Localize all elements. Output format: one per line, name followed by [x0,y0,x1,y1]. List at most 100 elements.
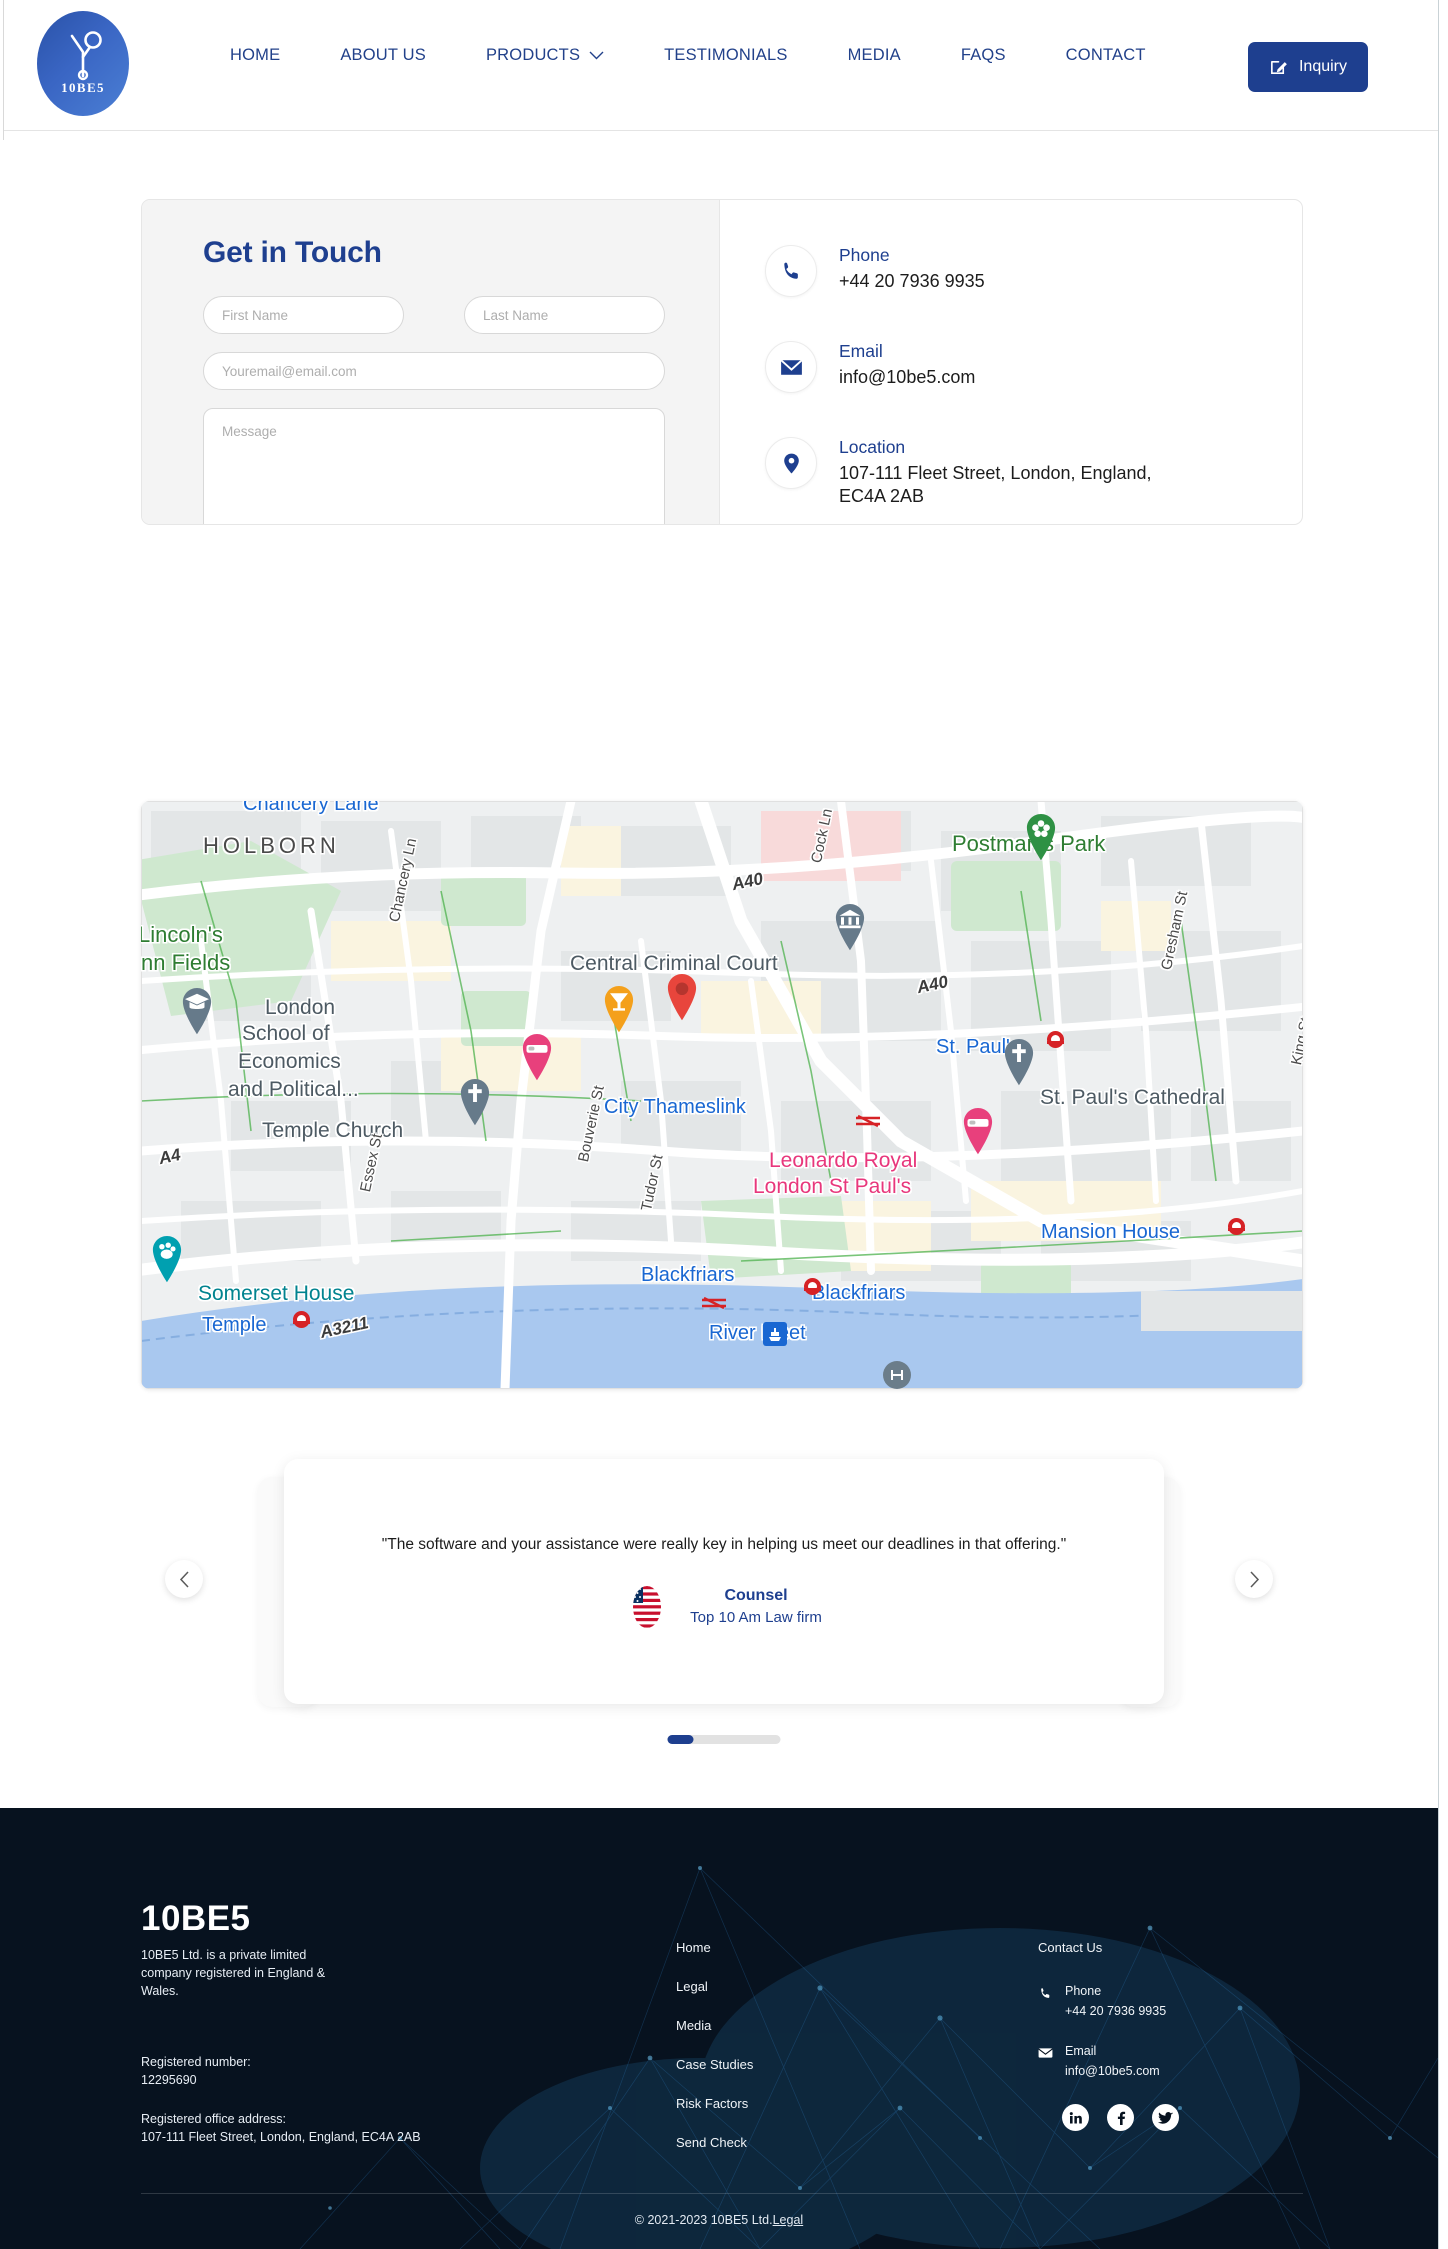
nav-item-contact[interactable]: CONTACT [1036,46,1176,65]
chevron-right-icon [1249,1570,1259,1588]
footer-copyright: © 2021-2023 10BE5 Ltd.Legal [0,2213,1438,2227]
nav-item-faqs[interactable]: FAQS [931,46,1036,65]
nav-label: HOME [230,46,281,64]
nav-item-products[interactable]: PRODUCTS [456,46,634,65]
location-map[interactable]: Chancery Lane HOLBORN Lincoln's nn Fields Lo… [141,801,1303,1389]
email-row [203,352,681,390]
nav-item-testimonials[interactable]: TESTIMONIALS [634,46,817,65]
twitter-icon[interactable] [1152,2104,1179,2131]
tube-roundel-icon [293,1311,310,1328]
map-label: HOLBORN [203,833,340,858]
footer-link-legal[interactable]: Legal [676,1979,753,1994]
contact-info-text: Phone +44 20 7936 9935 [839,245,985,293]
contact-info-label: Email [839,341,883,361]
pencil-square-icon [1271,60,1287,74]
testimonial-next-button[interactable] [1235,1560,1273,1598]
page-left-edge [0,0,4,140]
testimonial-organization: Top 10 Am Law firm [690,1609,822,1626]
footer-contact-label: Email [1065,2044,1097,2058]
usa-flag-icon [626,1585,668,1628]
copyright-text: © 2021-2023 10BE5 Ltd. [634,2213,773,2227]
nav-label: ABOUT US [340,46,426,64]
contact-card: Get in Touch SEND Pho [141,199,1303,525]
inquiry-button[interactable]: Inquiry [1247,42,1368,92]
testimonial-progress-fill [667,1735,694,1744]
footer-divider [141,2193,1303,2194]
footer-link-case-studies[interactable]: Case Studies [676,2057,753,2072]
copyright-legal-link[interactable]: Legal [773,2213,804,2227]
nav-item-about-us[interactable]: ABOUT US [310,46,456,65]
testimonial-card: "The software and your assistance were r… [284,1459,1164,1704]
bar-pin[interactable] [601,984,637,1039]
site-logo[interactable]: 10BE5 [33,8,133,118]
river-bus-icon [763,1322,787,1346]
form-title: Get in Touch [203,236,382,269]
tube-roundel-icon [804,1278,821,1295]
nav-label: MEDIA [847,46,901,64]
national-rail-icon [856,1114,880,1128]
park-pin[interactable] [1023,812,1059,867]
contact-info-pane: Phone +44 20 7936 9935 Email info@10be5.… [720,200,1302,524]
map-label: Economics [238,1050,341,1073]
footer-contact-text: Phone +44 20 7936 9935 [1065,1984,1166,2018]
museum-pin[interactable] [149,1234,185,1289]
contact-info-value: 107-111 Fleet Street, London, England, E… [839,463,1152,507]
church-pin[interactable] [457,1077,493,1132]
footer-logo: 10BE5 [141,1899,251,1938]
chevron-left-icon [179,1570,189,1588]
footer-link-home[interactable]: Home [676,1940,753,1955]
cathedral-pin[interactable] [1001,1037,1037,1092]
national-rail-icon [702,1296,726,1310]
facebook-icon[interactable] [1107,2104,1134,2131]
map-label: and Political... [228,1078,359,1101]
hotel-pin-1[interactable] [519,1032,555,1087]
name-row [203,296,681,334]
footer-link-risk-factors[interactable]: Risk Factors [676,2096,753,2111]
testimonial-progress-track[interactable] [667,1735,781,1744]
school-pin[interactable] [179,986,215,1041]
page-root: 10BE5 HOME ABOUT US PRODUCTS TESTIMONIAL… [0,0,1448,2249]
tube-roundel-icon [1228,1218,1245,1235]
footer-link-media[interactable]: Media [676,2018,753,2033]
footer-contact-phone: Phone +44 20 7936 9935 [1038,1984,1179,2018]
museum-pin-icon [883,1361,911,1389]
map-label: London [265,996,336,1019]
first-name-input[interactable] [203,296,404,334]
linkedin-icon[interactable] [1062,2104,1089,2131]
map-label: School of [242,1022,330,1045]
footer-link-send-check[interactable]: Send Check [676,2135,753,2150]
map-label: nn Fields [141,950,231,975]
nav-label: PRODUCTS [485,46,581,64]
envelope-icon [765,341,817,393]
registered-office-label: Registered office address: [141,2112,286,2126]
hotel-pin-2[interactable] [960,1106,996,1161]
testimonial-prev-button[interactable] [165,1560,203,1598]
registered-office-value: 107-111 Fleet Street, London, England, E… [141,2130,421,2145]
map-label: Somerset House [198,1282,355,1305]
registered-number-label: Registered number: [141,2055,251,2069]
map-label: London St Paul's [753,1175,912,1198]
phone-icon [1038,1984,1054,2006]
message-textarea[interactable] [203,408,665,524]
last-name-input[interactable] [464,296,665,334]
footer-registered-number: Registered number: 12295690 [141,2053,441,2089]
courthouse-pin[interactable] [832,902,868,957]
inquiry-label: Inquiry [1298,58,1347,75]
tube-roundel-icon [1047,1031,1064,1048]
logo-wordmark: 10BE5 [61,80,105,95]
page-right-edge [1438,0,1448,2249]
map-label: Mansion House [1041,1221,1180,1243]
footer-contact-email: Email info@10be5.com [1038,2044,1179,2078]
email-input[interactable] [203,352,665,390]
footer-contact-value: +44 20 7936 9935 [1065,2004,1167,2018]
footer-description: 10BE5 Ltd. is a private limited company … [141,1948,326,1999]
map-label: Temple [202,1314,267,1336]
nav-label: TESTIMONIALS [664,46,788,64]
footer-links: Home Legal Media Case Studies Risk Facto… [676,1940,753,2150]
footer-contact-text: Email info@10be5.com [1065,2044,1160,2078]
nav-item-home[interactable]: HOME [200,46,310,65]
target-location-pin[interactable] [664,972,700,1027]
contact-info-email: Email info@10be5.com [765,341,1302,393]
nav-item-media[interactable]: MEDIA [818,46,931,65]
footer-social-links [1062,2104,1179,2131]
